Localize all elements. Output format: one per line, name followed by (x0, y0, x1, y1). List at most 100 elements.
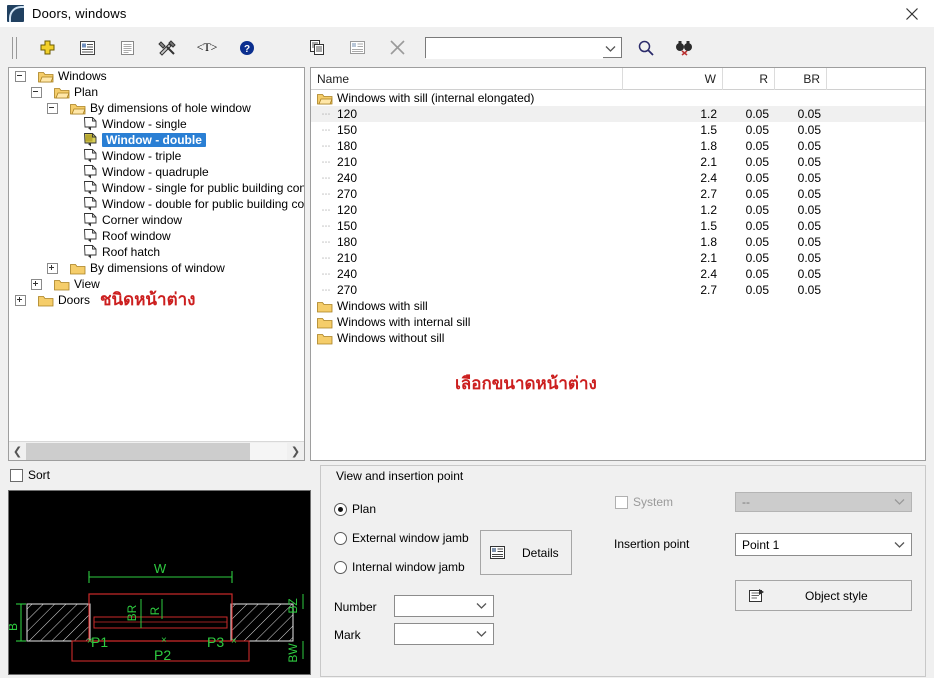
chevron-down-icon[interactable] (476, 599, 487, 613)
system-checkbox-row[interactable]: System (615, 495, 673, 509)
column-header-r[interactable]: R (723, 68, 775, 90)
list-folder-row[interactable]: Windows with internal sill (311, 314, 925, 330)
mark-combobox[interactable] (394, 623, 494, 645)
document-button[interactable] (114, 35, 140, 61)
table-row[interactable]: ⋯ 270 2.7 0.05 0.05 (311, 186, 925, 202)
chevron-left-icon[interactable]: ❮ (9, 443, 26, 460)
insertion-point-combobox[interactable]: Point 1 (735, 533, 912, 556)
tree-item-plan[interactable]: Plan (9, 84, 304, 100)
table-row[interactable]: ⋯ 210 2.1 0.05 0.05 (311, 154, 925, 170)
tree-item-roof-hatch[interactable]: Roof hatch (9, 244, 304, 260)
grip-icon[interactable] (12, 36, 17, 59)
tree-item-roof-window[interactable]: Roof window (9, 228, 304, 244)
table-row[interactable]: ⋯ 120 1.2 0.05 0.05 (311, 106, 925, 122)
list-folder-row[interactable]: Windows without sill (311, 330, 925, 346)
radio-internal-window-jamb[interactable]: Internal window jamb (334, 560, 465, 574)
table-row[interactable]: ⋯ 210 2.1 0.05 0.05 (311, 250, 925, 266)
list-folder-row[interactable]: Windows with sill (311, 298, 925, 314)
column-header-br[interactable]: BR (775, 68, 827, 90)
radio-external-indicator[interactable] (334, 531, 347, 545)
add-button[interactable] (34, 35, 60, 61)
tools-button[interactable] (154, 35, 180, 61)
chevron-down-icon[interactable] (476, 627, 487, 641)
radio-external-window-jamb[interactable]: External window jamb (334, 531, 469, 545)
tree-horizontal-scrollbar[interactable]: ❮ ❯ (9, 441, 304, 460)
help-button[interactable]: ? (234, 35, 260, 61)
table-row[interactable]: ⋯ 180 1.8 0.05 0.05 (311, 138, 925, 154)
block-doc-icon (84, 117, 97, 131)
find-next-button[interactable] (670, 35, 698, 61)
list-body[interactable]: Windows with sill (internal elongated) ⋯ 1… (311, 90, 925, 346)
cell-br: 0.05 (797, 203, 821, 217)
tree-item-window-triple[interactable]: Window - triple (9, 148, 304, 164)
delete-button[interactable] (384, 35, 410, 61)
tree-item-by-dimensions-of-window[interactable]: By dimensions of window (9, 260, 304, 276)
table-row[interactable]: ⋯ 150 1.5 0.05 0.05 (311, 218, 925, 234)
block-doc-icon (84, 133, 97, 147)
collapse-icon[interactable] (15, 70, 26, 82)
search-input[interactable] (425, 37, 622, 59)
tree-item-window-single[interactable]: Window - single (9, 116, 304, 132)
chevron-right-icon[interactable]: ❯ (287, 443, 304, 460)
column-header-name[interactable]: Name (311, 68, 623, 90)
tree-item-windows[interactable]: Windows (9, 68, 304, 84)
table-button[interactable] (344, 35, 370, 61)
search-field[interactable] (426, 38, 603, 59)
system-checkbox[interactable] (615, 495, 628, 509)
radio-internal-indicator[interactable] (334, 560, 347, 574)
folder-icon (317, 300, 333, 313)
table-row[interactable]: ⋯ 270 2.7 0.05 0.05 (311, 282, 925, 298)
chevron-down-icon[interactable] (605, 42, 616, 56)
tree-item-window-double-for-public-building-cons[interactable]: Window - double for public building cons (9, 196, 304, 212)
text-button[interactable]: <T> (194, 35, 220, 61)
number-combobox[interactable] (394, 595, 494, 617)
radio-external-label: External window jamb (352, 531, 469, 545)
copy-button[interactable] (304, 35, 330, 61)
table-row[interactable]: ⋯ 120 1.2 0.05 0.05 (311, 202, 925, 218)
tree-connector: ⋯ (321, 284, 331, 295)
sort-label: Sort (28, 468, 51, 482)
list-group-row[interactable]: Windows with sill (internal elongated) (311, 90, 925, 106)
system-value: -- (742, 495, 750, 509)
find-button[interactable] (632, 35, 660, 61)
properties-button[interactable] (74, 35, 100, 61)
chevron-down-icon[interactable] (894, 538, 905, 552)
radio-plan-indicator[interactable] (334, 502, 347, 516)
expand-icon[interactable] (15, 294, 26, 306)
block-doc-icon (84, 149, 97, 163)
tree-item-window-double[interactable]: Window - double (9, 132, 304, 148)
scroll-track[interactable] (26, 442, 287, 460)
close-button[interactable] (889, 0, 934, 27)
list-properties-icon (79, 40, 95, 55)
sort-checkbox[interactable] (10, 468, 23, 482)
size-name: 150 (337, 219, 358, 233)
cell-br: 0.05 (797, 123, 821, 137)
object-style-button[interactable]: Object style (735, 580, 912, 611)
scroll-thumb[interactable] (26, 442, 250, 460)
collapse-icon[interactable] (31, 86, 42, 98)
details-button[interactable]: Details (480, 530, 572, 575)
table-row[interactable]: ⋯ 240 2.4 0.05 0.05 (311, 170, 925, 186)
expand-icon[interactable] (31, 278, 42, 290)
collapse-icon[interactable] (47, 102, 58, 114)
category-tree[interactable]: Windows Plan By dimensions of hole window W… (9, 68, 304, 441)
tree-item-by-dimensions-of-hole-window[interactable]: By dimensions of hole window (9, 100, 304, 116)
table-row[interactable]: ⋯ 240 2.4 0.05 0.05 (311, 266, 925, 282)
tree-item-corner-window[interactable]: Corner window (9, 212, 304, 228)
table-row[interactable]: ⋯ 150 1.5 0.05 0.05 (311, 122, 925, 138)
cell-r: 0.05 (745, 155, 769, 169)
expand-icon[interactable] (47, 262, 58, 274)
tree-item-window-single-for-public-building-constr[interactable]: Window - single for public building cons… (9, 180, 304, 196)
sort-checkbox-row[interactable]: Sort (10, 468, 50, 482)
table-row[interactable]: ⋯ 180 1.8 0.05 0.05 (311, 234, 925, 250)
system-combobox: -- (735, 492, 912, 512)
list-cell-name: ⋯ 180 (311, 235, 623, 249)
cell-r: 0.05 (745, 251, 769, 265)
radio-internal-label: Internal window jamb (352, 560, 465, 574)
column-header-w[interactable]: W (623, 68, 723, 90)
cell-w: 1.8 (700, 235, 717, 249)
radio-plan[interactable]: Plan (334, 502, 376, 516)
folder-open-icon (317, 92, 333, 105)
tree-item-window-quadruple[interactable]: Window - quadruple (9, 164, 304, 180)
mark-label: Mark (334, 628, 361, 642)
